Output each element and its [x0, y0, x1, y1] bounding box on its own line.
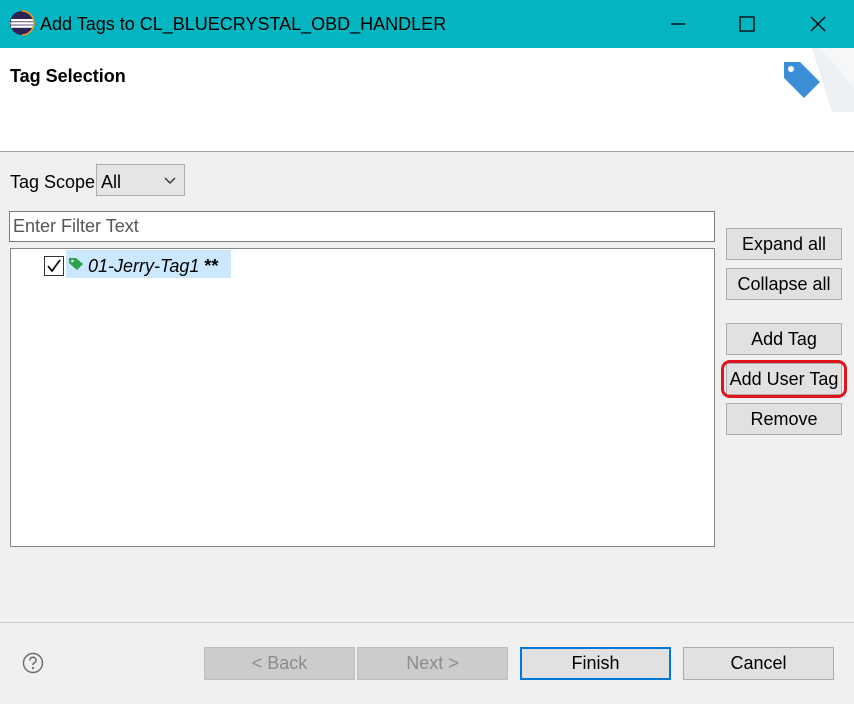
tree-item-suffix: ** [199, 256, 219, 276]
eclipse-icon [10, 10, 35, 36]
close-button[interactable] [792, 4, 844, 44]
window-title: Add Tags to CL_BLUECRYSTAL_OBD_HANDLER [40, 14, 447, 34]
tree-item-label[interactable]: 01-Jerry-Tag1 ** [88, 256, 218, 277]
add-tag-button[interactable]: Add Tag [726, 323, 842, 355]
remove-button[interactable]: Remove [726, 403, 842, 435]
check-icon [47, 259, 61, 273]
page-title: Tag Selection [10, 66, 126, 86]
highlight-annotation [721, 360, 847, 398]
tag-tree[interactable]: 01-Jerry-Tag1 ** [10, 248, 715, 547]
cancel-button[interactable]: Cancel [683, 647, 834, 680]
expand-all-button[interactable]: Expand all [726, 228, 842, 260]
minimize-icon [671, 23, 685, 25]
collapse-all-button[interactable]: Collapse all [726, 268, 842, 300]
filter-input[interactable] [9, 211, 715, 242]
tree-item-checkbox[interactable] [44, 256, 64, 276]
finish-button[interactable]: Finish [520, 647, 671, 680]
tag-icon [784, 48, 854, 112]
help-icon[interactable] [22, 652, 44, 674]
footer-separator [0, 622, 854, 623]
tag-icon [69, 258, 83, 270]
minimize-button[interactable] [652, 4, 704, 44]
title-bar[interactable]: Add Tags to CL_BLUECRYSTAL_OBD_HANDLER [0, 0, 854, 48]
tag-scope-value: All [101, 172, 122, 192]
maximize-icon [739, 16, 755, 32]
back-button[interactable]: < Back [204, 647, 355, 680]
maximize-button[interactable] [721, 4, 773, 44]
wizard-banner: Tag Selection [0, 48, 854, 152]
close-icon [810, 16, 826, 32]
tag-scope-label: Tag Scope [10, 172, 96, 192]
next-button[interactable]: Next > [357, 647, 508, 680]
tree-item-name: 01-Jerry-Tag1 [88, 256, 200, 276]
tag-scope-select[interactable]: All [96, 164, 185, 196]
chevron-down-icon [164, 177, 176, 184]
